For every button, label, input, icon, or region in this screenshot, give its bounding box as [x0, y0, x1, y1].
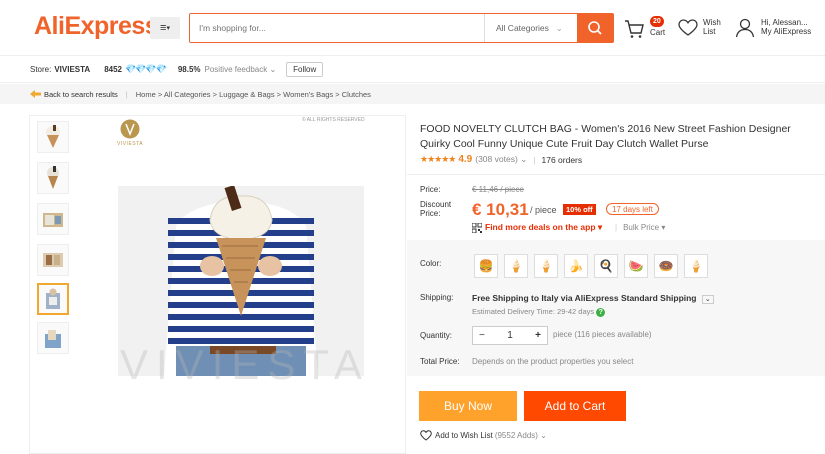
gallery-thumbnail[interactable] [37, 162, 69, 194]
store-rank-diamonds-icon: 💎💎💎💎 [125, 64, 167, 74]
quantity-decrease-button[interactable]: − [479, 330, 485, 341]
rating-score: 4.9 [458, 154, 473, 165]
feedback-percent: 98.5% [177, 65, 201, 74]
search-button[interactable] [577, 14, 613, 42]
search-bar: All Categories ⌄ [189, 13, 614, 43]
shipping-method-selector[interactable]: Free Shipping to Italy via AliExpress St… [472, 293, 714, 304]
delivery-time-row: Estimated Delivery Time: 29-42 days ? [472, 307, 606, 317]
shipping-method-text: Free Shipping to Italy via AliExpress St… [472, 293, 697, 303]
bag-detail-thumbnail-icon [43, 213, 63, 227]
ice-cream-bag-thumbnail-icon [46, 125, 60, 148]
orders-count: 176 orders [541, 154, 583, 165]
model-thumbnail-icon [46, 288, 60, 309]
search-category-label: All Categories [496, 23, 549, 33]
cart-count-badge: 20 [650, 16, 664, 27]
rating-row: ★★★★★ 4.9 (308 votes) ⌄ | 176 orders [420, 154, 582, 165]
qr-code-icon [472, 222, 482, 233]
color-swatch[interactable]: 🍩 [654, 254, 678, 278]
discount-price-label: Discount Price: [420, 200, 452, 218]
color-swatch[interactable]: 🍦 [534, 254, 558, 278]
delivery-time-text: Estimated Delivery Time: 29-42 days [472, 307, 595, 316]
original-price: € 11,46 / piece [472, 185, 524, 194]
color-swatch[interactable]: 🍦 [504, 254, 528, 278]
store-info-bar: Store: VIVIESTA 8452 💎💎💎💎 98.5% Positive… [0, 57, 825, 83]
cart-icon [625, 20, 644, 38]
search-icon [588, 21, 602, 35]
cart-link[interactable]: 20 Cart [623, 15, 673, 43]
add-to-wish-list-label: Add to Wish List [435, 431, 493, 440]
quantity-available-text: piece (116 pieces available) [553, 330, 652, 339]
per-piece-unit: / piece [530, 205, 557, 215]
follow-store-button[interactable]: Follow [286, 62, 324, 77]
chevron-down-icon: ⌄ [701, 295, 714, 304]
color-swatch[interactable]: 🍳 [594, 254, 618, 278]
quantity-stepper: − 1 + [472, 326, 548, 345]
quantity-increase-button[interactable]: + [535, 330, 541, 341]
gallery-thumbnail[interactable] [37, 322, 69, 354]
quantity-label: Quantity: [420, 331, 453, 340]
color-swatch[interactable]: 🍌 [564, 254, 588, 278]
ice-cream-bag-thumbnail-icon [47, 166, 59, 189]
chevron-down-icon: ⌄ [555, 23, 563, 33]
gallery-thumbnail[interactable] [37, 203, 69, 235]
positive-feedback-dropdown[interactable]: Positive feedback ⌄ [205, 65, 277, 74]
add-to-wish-list-link[interactable]: Add to Wish List (9552 Adds) ⌄ [420, 430, 547, 441]
rights-reserved-text: © ALL RIGHTS RESERVED [302, 117, 365, 123]
buy-now-button[interactable]: Buy Now [419, 391, 517, 421]
add-to-cart-button[interactable]: Add to Cart [524, 391, 626, 421]
breadcrumb: Back to search results | Home > All Cate… [0, 84, 825, 104]
product-title: FOOD NOVELTY CLUTCH BAG - Women's 2016 N… [420, 123, 791, 150]
bulk-price-dropdown[interactable]: | Bulk Price ▾ [615, 223, 665, 232]
total-price-text: Depends on the product properties you se… [472, 357, 634, 366]
account-label: Hi, Alessan... My AliExpress [761, 18, 812, 36]
votes-dropdown[interactable]: (308 votes) ⌄ [475, 154, 527, 165]
color-swatch[interactable]: 🍔 [474, 254, 498, 278]
back-to-search-link[interactable]: Back to search results [44, 90, 118, 99]
shipping-label: Shipping: [420, 293, 454, 302]
search-input[interactable] [190, 14, 484, 42]
app-deals-link[interactable]: Find more deals on the app ▾ [472, 222, 602, 233]
user-icon [735, 18, 755, 38]
product-gallery: VIVIESTA © ALL RIGHTS RESERVED VIVIESTA [29, 115, 406, 454]
color-swatch[interactable]: 🍦 [684, 254, 708, 278]
gallery-thumbnail-selected[interactable] [37, 283, 69, 315]
total-price-label: Total Price: [420, 357, 460, 366]
aliexpress-logo[interactable]: AliExpressTM [34, 12, 166, 41]
search-category-select[interactable]: All Categories ⌄ [484, 14, 577, 42]
days-left-badge: 17 days left [606, 203, 659, 215]
back-arrow-icon [30, 90, 41, 98]
color-label: Color: [420, 259, 442, 268]
cart-label: Cart [650, 28, 666, 37]
gallery-thumbnail[interactable] [37, 121, 69, 153]
help-icon[interactable]: ? [596, 308, 606, 317]
bag-open-thumbnail-icon [43, 253, 63, 267]
rating-stars-icon: ★★★★★ [420, 154, 456, 164]
price-label: Price: [420, 185, 441, 194]
divider [407, 174, 825, 175]
model-thumbnail-icon [45, 330, 61, 348]
heart-icon [678, 19, 698, 36]
divider: | [533, 154, 536, 165]
store-label: Store: [30, 65, 52, 74]
quantity-value-input[interactable]: 1 [507, 330, 513, 341]
site-header: AliExpressTM ≡▾ All Categories ⌄ 20 Cart… [0, 0, 825, 56]
viviesta-brand-logo: VIVIESTA [117, 119, 143, 147]
store-name-link[interactable]: VIVIESTA [54, 65, 90, 74]
app-deals-label: Find more deals on the app ▾ [485, 222, 603, 232]
discount-price: € 10,31 [472, 200, 529, 219]
gallery-thumbnail[interactable] [37, 244, 69, 276]
heart-plus-icon [420, 430, 432, 441]
store-score: 8452 [104, 65, 122, 74]
wish-list-label: Wish List [703, 18, 721, 36]
wish-list-count: (9552 Adds) ⌄ [494, 431, 547, 440]
watermark-text: VIVIESTA [120, 341, 370, 388]
color-swatch[interactable]: 🍉 [624, 254, 648, 278]
breadcrumb-separator: | [125, 89, 128, 99]
breadcrumb-path[interactable]: Home > All Categories > Luggage & Bags >… [136, 90, 371, 99]
discount-badge: 10% off [563, 204, 596, 215]
category-menu-button[interactable]: ≡ ▾ [150, 17, 180, 39]
chevron-down-icon: ▾ [166, 25, 170, 32]
